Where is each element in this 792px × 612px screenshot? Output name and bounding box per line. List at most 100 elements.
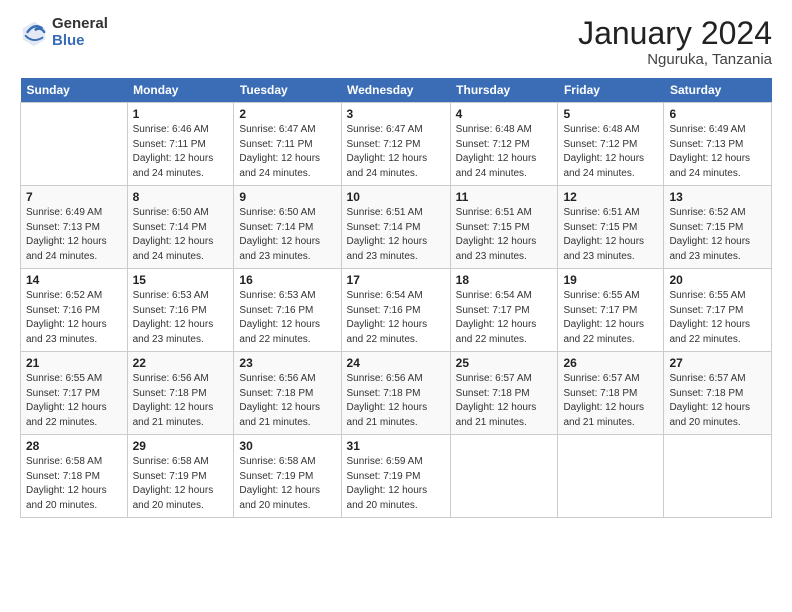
table-row: 21 Sunrise: 6:55 AMSunset: 7:17 PMDayligh…: [21, 352, 128, 435]
table-row: 28Sunrise: 6:58 AMSunset: 7:18 PMDayligh…: [21, 435, 128, 518]
table-row: 13 Sunrise: 6:52 AMSunset: 7:15 PMDayligh…: [664, 186, 772, 269]
table-row: 7Sunrise: 6:49 AMSunset: 7:13 PMDaylight…: [21, 186, 128, 269]
logo-blue-text: Blue: [52, 33, 108, 50]
table-row: [558, 435, 664, 518]
month-title: January 2024: [578, 16, 772, 51]
day-number: 8: [133, 190, 229, 204]
day-number: 18: [456, 273, 553, 287]
table-row: 9 Sunrise: 6:50 AMSunset: 7:14 PMDaylight…: [234, 186, 341, 269]
day-number: 2: [239, 107, 335, 121]
table-row: 10 Sunrise: 6:51 AMSunset: 7:14 PMDayligh…: [341, 186, 450, 269]
calendar-header-row: Sunday Monday Tuesday Wednesday Thursday…: [21, 78, 772, 103]
table-row: 15 Sunrise: 6:53 AMSunset: 7:16 PMDayligh…: [127, 269, 234, 352]
day-info: Sunrise: 6:58 AMSunset: 7:19 PMDaylight:…: [239, 456, 320, 511]
header-thursday: Thursday: [450, 78, 558, 103]
day-info: Sunrise: 6:47 AMSunset: 7:12 PMDaylight:…: [347, 124, 428, 179]
table-row: 8Sunrise: 6:50 AMSunset: 7:14 PMDaylight…: [127, 186, 234, 269]
day-info: Sunrise: 6:48 AMSunset: 7:12 PMDaylight:…: [563, 124, 644, 179]
day-number: 26: [563, 356, 658, 370]
day-info: Sunrise: 6:57 AMSunset: 7:18 PMDaylight:…: [563, 373, 644, 428]
day-number: 4: [456, 107, 553, 121]
table-row: 20Sunrise: 6:55 AMSunset: 7:17 PMDayligh…: [664, 269, 772, 352]
calendar-week-5: 28Sunrise: 6:58 AMSunset: 7:18 PMDayligh…: [21, 435, 772, 518]
day-number: 12: [563, 190, 658, 204]
table-row: 23Sunrise: 6:56 AMSunset: 7:18 PMDayligh…: [234, 352, 341, 435]
day-info: Sunrise: 6:56 AMSunset: 7:18 PMDaylight:…: [133, 373, 214, 428]
table-row: 18Sunrise: 6:54 AMSunset: 7:17 PMDayligh…: [450, 269, 558, 352]
day-info: Sunrise: 6:46 AMSunset: 7:11 PMDaylight:…: [133, 124, 214, 179]
day-number: 1: [133, 107, 229, 121]
day-number: 22: [133, 356, 229, 370]
header-friday: Friday: [558, 78, 664, 103]
day-info: Sunrise: 6:51 AMSunset: 7:15 PMDaylight:…: [456, 207, 537, 262]
calendar-week-3: 14Sunrise: 6:52 AMSunset: 7:16 PMDayligh…: [21, 269, 772, 352]
header-saturday: Saturday: [664, 78, 772, 103]
day-info: Sunrise: 6:48 AMSunset: 7:12 PMDaylight:…: [456, 124, 537, 179]
table-row: [21, 103, 128, 186]
day-info: Sunrise: 6:55 AMSunset: 7:17 PMDaylight:…: [26, 373, 107, 428]
day-info: Sunrise: 6:57 AMSunset: 7:18 PMDaylight:…: [456, 373, 537, 428]
logo-text: General Blue: [52, 16, 108, 49]
table-row: 24Sunrise: 6:56 AMSunset: 7:18 PMDayligh…: [341, 352, 450, 435]
day-number: 25: [456, 356, 553, 370]
day-info: Sunrise: 6:57 AMSunset: 7:18 PMDaylight:…: [669, 373, 750, 428]
logo-general-text: General: [52, 16, 108, 33]
day-info: Sunrise: 6:56 AMSunset: 7:18 PMDaylight:…: [347, 373, 428, 428]
day-number: 16: [239, 273, 335, 287]
calendar-week-1: 1 Sunrise: 6:46 AMSunset: 7:11 PMDaylight…: [21, 103, 772, 186]
table-row: 14Sunrise: 6:52 AMSunset: 7:16 PMDayligh…: [21, 269, 128, 352]
header-monday: Monday: [127, 78, 234, 103]
day-info: Sunrise: 6:51 AMSunset: 7:14 PMDaylight:…: [347, 207, 428, 262]
day-info: Sunrise: 6:55 AMSunset: 7:17 PMDaylight:…: [563, 290, 644, 345]
table-row: 30 Sunrise: 6:58 AMSunset: 7:19 PMDayligh…: [234, 435, 341, 518]
table-row: 25 Sunrise: 6:57 AMSunset: 7:18 PMDayligh…: [450, 352, 558, 435]
day-number: 21: [26, 356, 122, 370]
day-info: Sunrise: 6:58 AMSunset: 7:18 PMDaylight:…: [26, 456, 107, 511]
table-row: [450, 435, 558, 518]
day-number: 20: [669, 273, 766, 287]
day-number: 14: [26, 273, 122, 287]
table-row: 1 Sunrise: 6:46 AMSunset: 7:11 PMDaylight…: [127, 103, 234, 186]
day-number: 15: [133, 273, 229, 287]
day-number: 10: [347, 190, 445, 204]
page: General Blue January 2024 Nguruka, Tanza…: [0, 0, 792, 612]
logo: General Blue: [20, 16, 108, 49]
table-row: 22 Sunrise: 6:56 AMSunset: 7:18 PMDayligh…: [127, 352, 234, 435]
day-number: 3: [347, 107, 445, 121]
table-row: 6 Sunrise: 6:49 AMSunset: 7:13 PMDaylight…: [664, 103, 772, 186]
calendar-week-2: 7Sunrise: 6:49 AMSunset: 7:13 PMDaylight…: [21, 186, 772, 269]
table-row: 12Sunrise: 6:51 AMSunset: 7:15 PMDayligh…: [558, 186, 664, 269]
table-row: 17Sunrise: 6:54 AMSunset: 7:16 PMDayligh…: [341, 269, 450, 352]
day-number: 17: [347, 273, 445, 287]
table-row: 4 Sunrise: 6:48 AMSunset: 7:12 PMDaylight…: [450, 103, 558, 186]
header-tuesday: Tuesday: [234, 78, 341, 103]
day-info: Sunrise: 6:56 AMSunset: 7:18 PMDaylight:…: [239, 373, 320, 428]
day-info: Sunrise: 6:59 AMSunset: 7:19 PMDaylight:…: [347, 456, 428, 511]
day-number: 6: [669, 107, 766, 121]
day-number: 30: [239, 439, 335, 453]
table-row: 19 Sunrise: 6:55 AMSunset: 7:17 PMDayligh…: [558, 269, 664, 352]
table-row: 2 Sunrise: 6:47 AMSunset: 7:11 PMDaylight…: [234, 103, 341, 186]
day-info: Sunrise: 6:49 AMSunset: 7:13 PMDaylight:…: [669, 124, 750, 179]
header-wednesday: Wednesday: [341, 78, 450, 103]
logo-icon: [20, 19, 48, 47]
day-number: 9: [239, 190, 335, 204]
header-sunday: Sunday: [21, 78, 128, 103]
day-info: Sunrise: 6:52 AMSunset: 7:15 PMDaylight:…: [669, 207, 750, 262]
calendar-week-4: 21 Sunrise: 6:55 AMSunset: 7:17 PMDayligh…: [21, 352, 772, 435]
day-number: 31: [347, 439, 445, 453]
day-info: Sunrise: 6:53 AMSunset: 7:16 PMDaylight:…: [239, 290, 320, 345]
day-info: Sunrise: 6:50 AMSunset: 7:14 PMDaylight:…: [239, 207, 320, 262]
table-row: 29Sunrise: 6:58 AMSunset: 7:19 PMDayligh…: [127, 435, 234, 518]
table-row: 27 Sunrise: 6:57 AMSunset: 7:18 PMDayligh…: [664, 352, 772, 435]
day-info: Sunrise: 6:53 AMSunset: 7:16 PMDaylight:…: [133, 290, 214, 345]
table-row: 16 Sunrise: 6:53 AMSunset: 7:16 PMDayligh…: [234, 269, 341, 352]
day-info: Sunrise: 6:47 AMSunset: 7:11 PMDaylight:…: [239, 124, 320, 179]
day-number: 13: [669, 190, 766, 204]
day-number: 19: [563, 273, 658, 287]
table-row: 26 Sunrise: 6:57 AMSunset: 7:18 PMDayligh…: [558, 352, 664, 435]
day-number: 5: [563, 107, 658, 121]
day-info: Sunrise: 6:49 AMSunset: 7:13 PMDaylight:…: [26, 207, 107, 262]
day-number: 27: [669, 356, 766, 370]
day-number: 11: [456, 190, 553, 204]
